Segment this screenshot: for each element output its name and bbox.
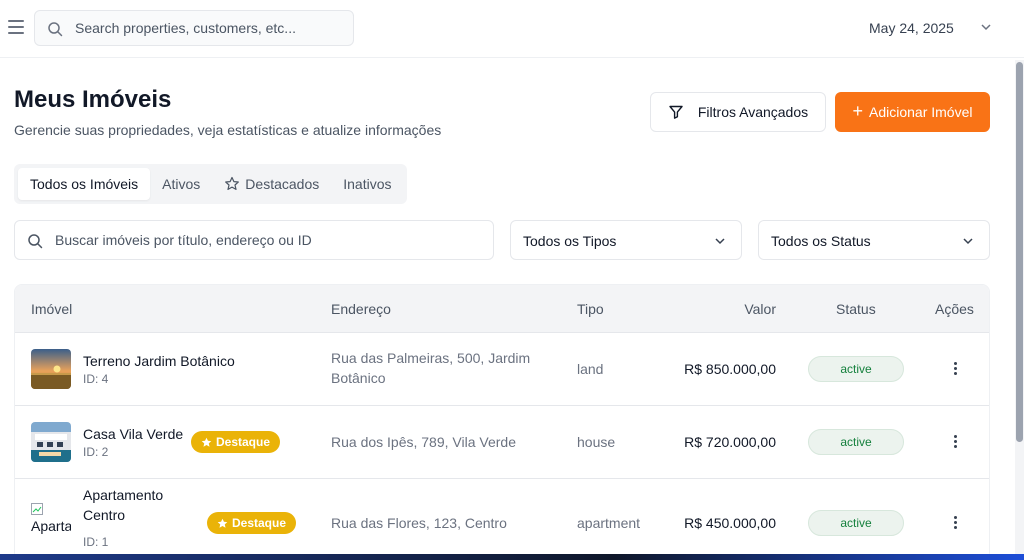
table-row[interactable]: Terreno Jardim Botânico ID: 4 Rua das Pa… xyxy=(15,333,989,406)
property-id: ID: 1 xyxy=(83,535,109,549)
properties-table: Imóvel Endereço Tipo Valor Status Ações … xyxy=(14,284,990,560)
property-search[interactable] xyxy=(14,220,494,260)
header-type[interactable]: Tipo xyxy=(577,301,604,317)
tab-inactive-label: Inativos xyxy=(343,176,392,192)
header-actions: Ações xyxy=(935,301,974,317)
chevron-down-icon[interactable] xyxy=(979,20,993,34)
top-bar: May 24, 2025 xyxy=(0,0,1024,58)
header-status[interactable]: Status xyxy=(836,301,876,317)
desktop-taskbar xyxy=(0,554,1024,560)
tab-active-label: Ativos xyxy=(162,176,201,192)
featured-badge: Destaque xyxy=(207,512,297,534)
featured-badge-label: Destaque xyxy=(232,516,287,530)
property-id: ID: 2 xyxy=(83,445,109,459)
property-search-input[interactable] xyxy=(55,221,475,259)
filter-icon xyxy=(669,105,683,119)
status-badge: active xyxy=(808,510,904,536)
menu-icon[interactable] xyxy=(8,20,24,34)
status-select-value: Todos os Status xyxy=(771,233,871,249)
status-badge: active xyxy=(808,429,904,455)
add-property-button[interactable]: + Adicionar Imóvel xyxy=(835,92,990,132)
property-thumbnail xyxy=(31,349,71,389)
broken-image-alt: Aparta xyxy=(31,518,71,534)
more-actions-icon[interactable] xyxy=(951,435,959,451)
property-thumbnail: Aparta xyxy=(31,503,71,543)
page-title: Meus Imóveis xyxy=(14,86,172,113)
tab-active[interactable]: Ativos xyxy=(150,168,212,200)
table-row[interactable]: Aparta Apartamento Centro ID: 1 Destaque… xyxy=(15,479,989,559)
tab-featured[interactable]: Destacados xyxy=(212,168,331,200)
add-property-label: Adicionar Imóvel xyxy=(869,104,973,120)
global-search[interactable] xyxy=(34,10,354,46)
status-badge: active xyxy=(808,356,904,382)
property-type: apartment xyxy=(577,515,641,531)
tab-all[interactable]: Todos os Imóveis xyxy=(18,168,151,200)
advanced-filters-button[interactable]: Filtros Avançados xyxy=(650,92,826,132)
type-select[interactable]: Todos os Tipos xyxy=(510,220,742,260)
property-value: R$ 720.000,00 xyxy=(684,434,776,450)
star-icon xyxy=(225,176,240,190)
tab-inactive[interactable]: Inativos xyxy=(331,168,403,200)
chevron-down-icon xyxy=(963,238,973,245)
property-tabs: Todos os Imóveis Ativos Destacados Inati… xyxy=(14,164,408,204)
property-value: R$ 450.000,00 xyxy=(684,515,776,531)
star-icon xyxy=(201,437,212,447)
global-search-input[interactable] xyxy=(75,11,345,45)
featured-badge-label: Destaque xyxy=(216,435,271,449)
table-header: Imóvel Endereço Tipo Valor Status Ações xyxy=(15,285,989,333)
property-address: Rua das Palmeiras, 500, Jardim Botânico xyxy=(331,350,531,386)
property-thumbnail xyxy=(31,422,71,462)
property-type: house xyxy=(577,434,616,450)
current-date: May 24, 2025 xyxy=(869,20,954,36)
tab-all-label: Todos os Imóveis xyxy=(30,176,139,192)
page-subtitle: Gerencie suas propriedades, veja estatís… xyxy=(14,122,442,138)
type-select-value: Todos os Tipos xyxy=(523,233,617,249)
advanced-filters-label: Filtros Avançados xyxy=(697,104,809,120)
property-title[interactable]: Terreno Jardim Botânico xyxy=(83,351,235,371)
property-address: Rua das Flores, 123, Centro xyxy=(331,515,507,531)
property-title[interactable]: Apartamento Centro xyxy=(83,485,193,525)
plus-icon: + xyxy=(852,101,863,121)
chevron-down-icon xyxy=(715,238,725,245)
property-value: R$ 850.000,00 xyxy=(684,361,776,377)
more-actions-icon[interactable] xyxy=(951,516,959,532)
more-actions-icon[interactable] xyxy=(951,362,959,378)
search-icon xyxy=(28,234,43,249)
broken-image-icon xyxy=(31,503,43,515)
search-icon xyxy=(48,22,63,37)
star-icon xyxy=(217,518,228,528)
scrollbar-thumb[interactable] xyxy=(1016,62,1023,442)
table-row[interactable]: Casa Vila Verde ID: 2 Destaque Rua dos I… xyxy=(15,406,989,479)
page-scrollbar[interactable] xyxy=(1015,60,1024,560)
tab-featured-label: Destacados xyxy=(245,176,320,192)
status-select[interactable]: Todos os Status xyxy=(758,220,990,260)
header-property[interactable]: Imóvel xyxy=(31,301,72,317)
property-id: ID: 4 xyxy=(83,372,109,386)
property-type: land xyxy=(577,361,604,377)
featured-badge: Destaque xyxy=(191,431,281,453)
header-value[interactable]: Valor xyxy=(744,301,776,317)
property-address: Rua dos Ipês, 789, Vila Verde xyxy=(331,434,516,450)
property-title[interactable]: Casa Vila Verde xyxy=(83,424,183,444)
header-address[interactable]: Endereço xyxy=(331,301,391,317)
